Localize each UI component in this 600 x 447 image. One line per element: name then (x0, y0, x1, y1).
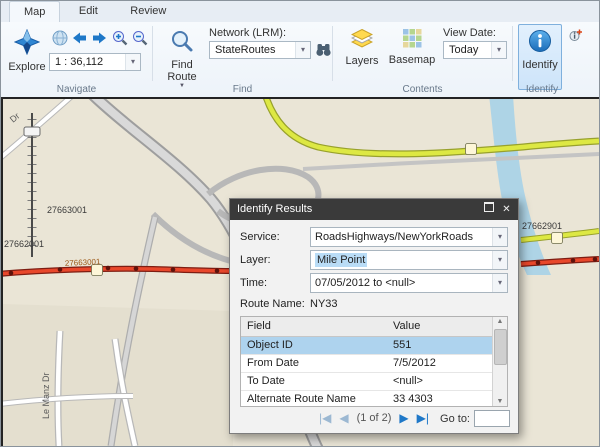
dropdown-arrow-icon[interactable]: ▾ (492, 228, 507, 246)
binoculars-icon[interactable] (315, 41, 333, 59)
scrollbar-thumb[interactable] (494, 329, 507, 365)
ribbon-tab-bar: Map Edit Review (1, 1, 599, 23)
column-header-value[interactable]: Value (387, 317, 507, 336)
group-label-identify: Identify (513, 84, 571, 95)
view-date-label: View Date: (443, 27, 496, 39)
basemap-icon (403, 29, 422, 51)
map-scale-combobox[interactable]: 1 : 36,112 ▾ (49, 53, 141, 71)
identify-info-icon (528, 29, 552, 56)
route-name-value: NY33 (310, 298, 338, 310)
group-separator (332, 26, 333, 81)
page-indicator: (1 of 2) (357, 412, 392, 424)
table-row[interactable]: To Date <null> (241, 373, 507, 391)
identify-route-icon[interactable] (568, 28, 583, 43)
dialog-body: Service: RoadsHighways/NewYorkRoads ▾ La… (230, 220, 518, 407)
table-row[interactable]: Object ID 551 (241, 337, 507, 355)
first-page-button[interactable]: |◀ (319, 411, 331, 425)
explore-button[interactable]: Explore (5, 24, 49, 90)
dropdown-arrow-icon[interactable]: ▾ (492, 274, 507, 292)
zoom-slider-handle[interactable] (24, 127, 40, 136)
attribute-table: Field Value Object ID 551 From Date 7/5/… (240, 316, 508, 407)
layer-label: Layer: (240, 254, 310, 266)
dropdown-arrow-icon[interactable]: ▾ (492, 251, 507, 269)
time-label: Time: (240, 277, 310, 289)
route-id-label: 27662901 (522, 221, 562, 231)
ribbon-toolbar: Explore 1 : 36,112 ▾ (1, 22, 599, 97)
dialog-title: Identify Results (237, 203, 312, 215)
previous-page-button[interactable]: ◀ (339, 411, 348, 425)
column-header-field[interactable]: Field (241, 317, 387, 336)
zoom-out-icon[interactable] (131, 29, 149, 47)
table-row[interactable]: From Date 7/5/2012 (241, 355, 507, 373)
view-date-combobox[interactable]: Today ▾ (443, 41, 507, 59)
zoom-in-icon[interactable] (111, 29, 129, 47)
maximize-icon[interactable] (481, 202, 496, 217)
service-label: Service: (240, 231, 310, 243)
street-name-label: Le Manz Dr (41, 372, 51, 419)
scroll-up-icon[interactable]: ▲ (493, 318, 507, 325)
dropdown-arrow-icon[interactable]: ▾ (125, 54, 140, 70)
forward-arrow-icon[interactable] (90, 29, 108, 47)
route-id-label: 27663001 (47, 205, 87, 215)
route-name-label: Route Name: (240, 298, 310, 310)
route-id-inline-label: 27663001 (65, 257, 102, 268)
layers-button[interactable]: Layers (339, 24, 385, 90)
application-window: Map Edit Review Explore (0, 0, 600, 447)
next-page-button[interactable]: ▶ (399, 411, 408, 425)
close-icon[interactable]: ✕ (499, 202, 514, 217)
dialog-titlebar[interactable]: Identify Results ✕ (230, 199, 518, 220)
service-combobox[interactable]: RoadsHighways/NewYorkRoads ▾ (310, 227, 508, 247)
goto-container: Go to: (440, 410, 510, 427)
group-label-contents: Contents (333, 84, 512, 95)
table-header-row: Field Value (241, 317, 507, 337)
identify-button[interactable]: Identify (518, 24, 562, 90)
tab-review[interactable]: Review (116, 1, 180, 21)
group-separator (512, 26, 513, 81)
scroll-down-icon[interactable]: ▼ (493, 398, 507, 405)
back-arrow-icon[interactable] (71, 29, 89, 47)
route-id-label: 27662001 (4, 239, 44, 249)
group-separator (152, 26, 153, 81)
find-route-magnifier-icon (170, 29, 194, 56)
globe-icon[interactable] (51, 29, 69, 47)
last-page-button[interactable]: ▶| (417, 411, 429, 425)
goto-input[interactable] (474, 410, 510, 427)
network-lrm-combobox[interactable]: StateRoutes ▾ (209, 41, 311, 59)
table-row[interactable]: Alternate Route Name 33 4303 (241, 391, 507, 407)
explore-compass-icon (14, 29, 40, 58)
table-scrollbar[interactable]: ▲ ▼ (492, 317, 507, 406)
dropdown-arrow-icon[interactable]: ▾ (491, 42, 506, 58)
find-route-button[interactable]: Find Route ▼ (159, 24, 205, 90)
layers-icon (351, 29, 373, 52)
layer-combobox[interactable]: Mile Point ▾ (310, 250, 508, 270)
identify-results-dialog: Identify Results ✕ Service: RoadsHighway… (229, 198, 519, 434)
basemap-button[interactable]: Basemap (387, 24, 437, 90)
group-label-find: Find (153, 84, 332, 95)
goto-label: Go to: (440, 413, 470, 425)
network-lrm-label: Network (LRM): (209, 27, 286, 39)
tab-map[interactable]: Map (9, 1, 60, 23)
group-label-navigate: Navigate (1, 84, 152, 95)
time-combobox[interactable]: 07/05/2012 to <null> ▾ (310, 273, 508, 293)
dropdown-arrow-icon[interactable]: ▾ (295, 42, 310, 58)
tab-edit[interactable]: Edit (65, 1, 112, 21)
